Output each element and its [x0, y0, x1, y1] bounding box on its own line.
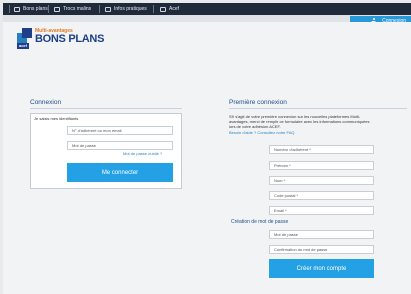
nav-item-label: Bons plans — [23, 6, 48, 12]
nav-item-acef[interactable]: Acef — [160, 3, 179, 15]
page-frame: Bons plans Trocs malins Infos pratiques … — [0, 0, 411, 294]
login-title-divider — [30, 108, 182, 109]
site-logo[interactable]: acef Multi-avantages BONS PLANS — [17, 27, 117, 49]
nav-item-bons-plans[interactable]: Bons plans — [14, 3, 48, 15]
nav-separator — [48, 5, 49, 13]
nav-separator — [9, 5, 10, 13]
logo-badge: acef — [17, 43, 29, 49]
top-navbar: Bons plans Trocs malins Infos pratiques … — [3, 3, 411, 15]
last-name-field[interactable]: Nom * — [269, 176, 374, 185]
first-login-title-divider — [229, 108, 407, 109]
logo-main-text: BONS PLANS — [35, 33, 105, 45]
create-account-button[interactable]: Créer mon compte — [269, 259, 374, 278]
password-section-title: Création de mot de passe — [231, 219, 289, 225]
logo-mark: acef — [17, 28, 33, 49]
login-panel: Je saisis mes identifiants N° d'adhérent… — [30, 113, 182, 189]
postal-code-field[interactable]: Code postal * — [269, 191, 374, 200]
faq-help-link[interactable]: Besoin d'aide ? Consultez notre FAQ — [229, 130, 294, 135]
login-submit-button[interactable]: Me connecter — [67, 163, 173, 182]
first-name-field[interactable]: Prénom * — [269, 161, 374, 170]
nav-item-trocs-malins[interactable]: Trocs malins — [54, 3, 91, 15]
nav-item-label: Infos pratiques — [114, 6, 147, 12]
gift-icon — [14, 6, 20, 12]
nav-separator — [153, 5, 154, 13]
first-login-intro-line: lors de votre adhésion ACEF. — [229, 124, 281, 129]
nav-separator — [99, 5, 100, 13]
email-field[interactable]: Email * — [269, 206, 374, 215]
forgot-password-link[interactable]: Mot de passe oublié ? — [123, 151, 162, 156]
new-password-field[interactable]: Mot de passe — [269, 230, 374, 239]
member-number-field[interactable]: Numéro d'adhérent * — [269, 145, 374, 154]
password-input[interactable]: Mot de passe — [67, 141, 173, 150]
login-intro: Je saisis mes identifiants — [34, 116, 79, 121]
first-login-title: Première connexion — [229, 99, 287, 106]
info-icon — [105, 6, 111, 12]
confirm-password-field[interactable]: Confirmation du mot de passe — [269, 245, 374, 254]
member-id-input[interactable]: N° d'adhérent ou mon email — [67, 126, 173, 135]
nav-item-infos-pratiques[interactable]: Infos pratiques — [105, 3, 147, 15]
nav-item-label: Trocs malins — [63, 6, 92, 12]
document-icon — [160, 6, 166, 12]
login-title: Connexion — [30, 99, 62, 106]
nav-item-label: Acef — [169, 6, 180, 12]
exchange-icon — [54, 6, 60, 12]
